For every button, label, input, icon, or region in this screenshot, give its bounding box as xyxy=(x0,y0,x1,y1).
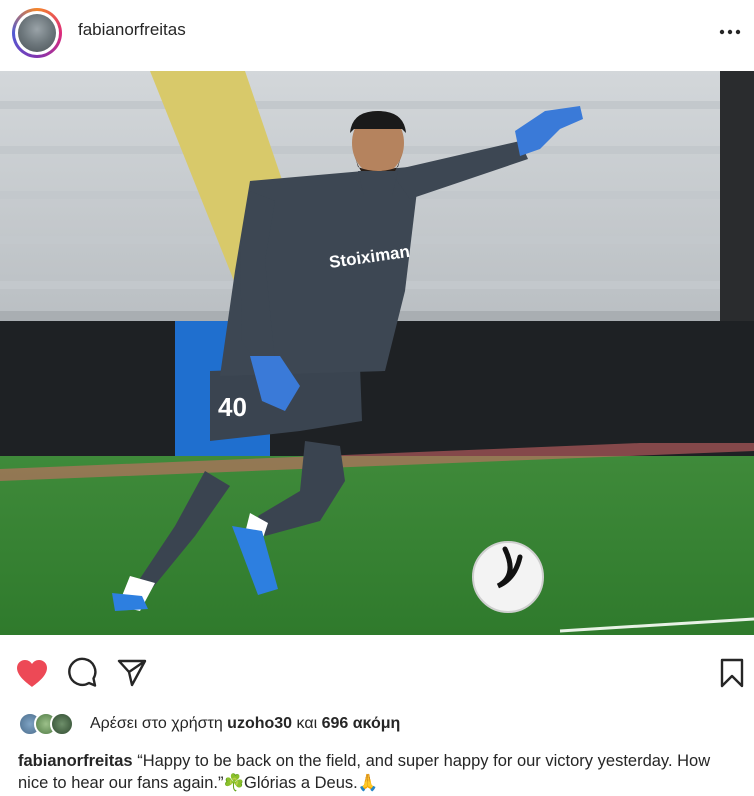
post-actions xyxy=(0,640,754,710)
comment-icon[interactable] xyxy=(64,655,100,691)
liker-username[interactable]: uzoho30 xyxy=(227,715,292,732)
likes-joiner: και xyxy=(296,715,318,732)
caption-username[interactable]: fabianorfreitas xyxy=(18,752,133,770)
likes-text: Αρέσει στο χρήστη uzoho30 και 696 ακόμη xyxy=(90,715,400,733)
post-caption: fabianorfreitas “Happy to be back on the… xyxy=(18,750,738,794)
heart-icon[interactable] xyxy=(14,655,50,691)
more-options-icon[interactable] xyxy=(716,18,744,46)
bookmark-icon[interactable] xyxy=(714,655,750,691)
post-photo[interactable]: 40 Stoiximan xyxy=(0,71,754,635)
likes-summary: Αρέσει στο χρήστη uzoho30 και 696 ακόμη xyxy=(18,712,400,736)
share-icon[interactable] xyxy=(114,655,150,691)
post-header: fabianorfreitas xyxy=(0,0,754,64)
likes-count[interactable]: 696 ακόμη xyxy=(322,715,401,732)
post-username[interactable]: fabianorfreitas xyxy=(78,20,186,40)
liker-avatars[interactable] xyxy=(18,712,84,736)
avatar[interactable] xyxy=(12,8,62,58)
likes-prefix: Αρέσει στο χρήστη xyxy=(90,715,223,732)
svg-text:40: 40 xyxy=(218,392,247,422)
